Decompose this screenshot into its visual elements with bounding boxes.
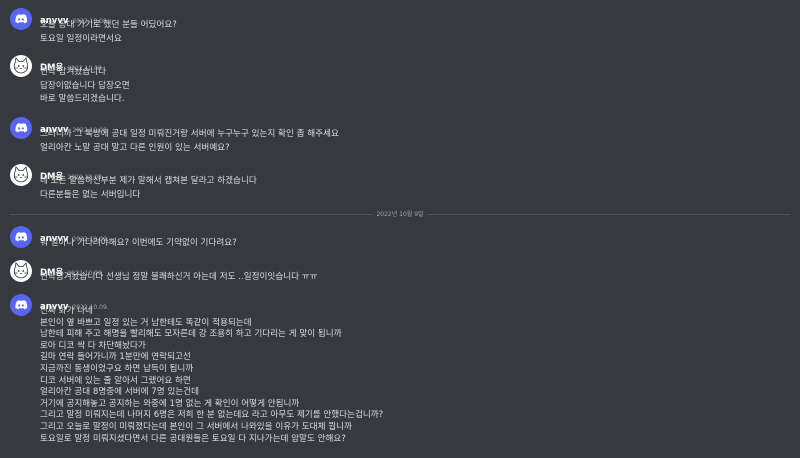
message-text: 길마 연락 들어가니까 1분만에 연락되고선 <box>40 352 191 363</box>
discord-logo-icon[interactable] <box>10 8 32 30</box>
message-text: 그러니까 그 톡방에 공대 일정 미뤄진거랑 서버에 누구누구 있는지 확인 좀… <box>40 129 339 139</box>
message-text: 바로 말씀드리겠습니다. <box>40 94 125 104</box>
date-divider: 2022년 10월 9일 <box>10 209 790 218</box>
message-text: 얼리아칸 공대 8명중에 서버에 7명 있는건데 <box>40 387 200 398</box>
message-text: 토요일 일정이라면서요 <box>40 33 122 44</box>
message-text: 뭐 얼마나 기다려야해요? 이번에도 기약없이 기다려요? <box>40 238 237 248</box>
message-text: 진짜 화가 나네 <box>40 306 93 316</box>
message-text: 오늘 공대 가기로 했던 분들 어딨어요? <box>40 20 177 30</box>
message-text: 거기에 공지해놓고 공지하는 와중에 1명 없는 게 확인이 어떻게 안됩니까 <box>40 398 300 409</box>
cat-avatar-icon[interactable] <box>10 164 32 186</box>
message-text: 그리고 오늘로 말정이 미뤄졌다는데 본인이 그 서버에서 나와있을 이유가 도… <box>40 422 352 432</box>
message-text: 지금까진 동생이었구요 하면 납득이 됩니까 <box>40 364 194 374</box>
message-text: 로아 디코 싹 다 차단해놨다가 <box>40 340 146 351</box>
message-text: 토요일로 말정 미뤄지셨다면서 다른 공대원들은 토요일 다 지나가는데 암말도… <box>40 433 346 444</box>
message-text: 얼리아칸 노말 공대 말고 다른 인원이 있는 서버예요? <box>40 142 230 153</box>
discord-logo-icon[interactable] <box>10 226 32 248</box>
chat-message-list: 2022년 10월 9일 anvvv 2022.10.08. 오늘 공대 가기로 했… <box>0 0 800 458</box>
message-text: 남한테 피해 주고 해명을 빨리해도 모자른데 강 조용히 하고 기다리는 게 … <box>40 329 342 340</box>
message-text: 연락남겨놨습니다 선생님 정말 불쾌하신거 아는데 저도 ..일정이잇습니다 ㅠ… <box>40 272 318 282</box>
message-text: 그리고 말정 미뤄지는데 나머지 6명은 저희 한 분 없는데요 라고 아무도 … <box>40 410 384 421</box>
message-text: 답장이없습니다 답장오면 <box>40 80 130 91</box>
message-text: 네 모든 말씀하신부분 제가 말해서 캡쳐본 달라고 하겠습니다 <box>40 176 257 186</box>
date-divider-label: 2022년 10월 9일 <box>372 209 428 218</box>
message-text: 디코 서버에 있는 줄 알아서 그랬어요 하면 <box>40 375 191 386</box>
cat-avatar-icon[interactable] <box>10 55 32 77</box>
message-text: 다른분들은 없는 서버입니다 <box>40 189 141 200</box>
discord-logo-icon[interactable] <box>10 117 32 139</box>
discord-logo-icon[interactable] <box>10 294 32 316</box>
message-text: 연락 남겨놨습니다 <box>40 67 106 77</box>
cat-avatar-icon[interactable] <box>10 260 32 282</box>
message-text: 본인이 옆 바쁘고 일정 있는 거 남한테도 똑같이 적용되는데 <box>40 317 252 328</box>
